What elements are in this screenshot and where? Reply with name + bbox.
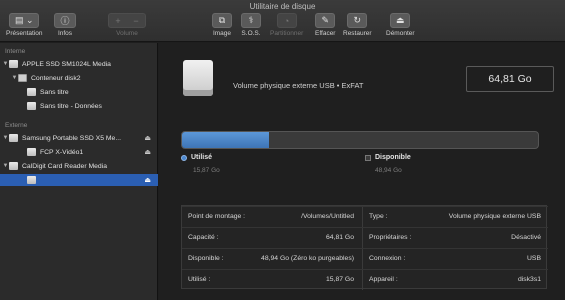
sidebar-item-label: FCP X-Vidéo1 [40, 148, 84, 156]
sidebar-item-apple-ssd[interactable]: ▼ APPLE SSD SM1024L Media [0, 58, 158, 70]
info-value: 15,87 Go [326, 276, 354, 283]
sidebar-item-samsung[interactable]: ▼ Samsung Portable SSD X5 Me... ⏏ [0, 132, 158, 144]
legend-used-value: 15,87 Go [193, 167, 220, 174]
disclosure-triangle-icon[interactable]: ▼ [2, 61, 9, 67]
volume-detail-panel: Volume physique externe USB • ExFAT 64,8… [159, 43, 565, 300]
info-value: disk3s1 [517, 276, 541, 283]
sidebar-item-caldigit[interactable]: ▼ CalDigit Card Reader Media [0, 160, 158, 172]
eject-icon[interactable]: ⏏ [144, 148, 151, 156]
unmount-button[interactable]: ⏏ Démonter [386, 13, 415, 37]
info-key: Disponible : [188, 255, 224, 262]
sidebar-item-fcp[interactable]: FCP X-Vidéo1 ⏏ [0, 146, 158, 158]
restore-icon: ↻ [347, 13, 368, 28]
info-value: 64,81 Go [326, 234, 354, 241]
info-icon: ⓘ [54, 13, 76, 28]
image-icon: ⧉ [212, 13, 232, 28]
info-key: Type : [369, 213, 388, 220]
eject-icon[interactable]: ⏏ [144, 176, 151, 184]
eject-icon[interactable]: ⏏ [144, 134, 151, 142]
info-key: Propriétaires : [369, 234, 412, 241]
volume-button[interactable]: + − Volume [108, 13, 146, 37]
add-remove-volume-icon: + − [108, 13, 146, 28]
info-key: Appareil : [369, 276, 398, 283]
usage-bar [181, 131, 539, 149]
erase-icon: ✎ [315, 13, 336, 28]
presentation-button[interactable]: ▤ ⌄ Présentation [6, 13, 43, 37]
legend-free-label: Disponible [375, 154, 411, 161]
partition-button[interactable]: ◔ Partitionner [270, 13, 303, 37]
info-button[interactable]: ⓘ Infos [54, 13, 76, 37]
legend-free: Disponible [365, 154, 411, 161]
free-square-icon [365, 154, 371, 161]
info-value: Volume physique externe USB [448, 213, 541, 220]
sidebar-item-label: Conteneur disk2 [31, 74, 81, 82]
section-internal: Interne [5, 48, 26, 55]
erase-label: Effacer [315, 30, 336, 37]
section-external: Externe [5, 122, 28, 129]
partition-icon: ◔ [276, 13, 297, 28]
add-icon: + [115, 15, 121, 26]
volume-icon [27, 102, 36, 110]
info-value: Désactivé [511, 234, 541, 241]
volume-icon [27, 88, 36, 96]
erase-button[interactable]: ✎ Effacer [315, 13, 335, 37]
sidebar-item-label: Sans titre - Données [40, 102, 102, 110]
restore-button[interactable]: ↻ Restaurer [343, 13, 372, 37]
info-table: Point de montage : /Volumes/Untitled Typ… [181, 205, 548, 290]
sidebar-toggle-icon: ▤ ⌄ [9, 13, 40, 28]
sidebar-item-label: CalDigit Card Reader Media [22, 162, 107, 170]
table-row: Capacité : 64,81 Go Propriétaires : Désa… [182, 227, 548, 248]
drive-icon [9, 162, 18, 170]
drive-icon [9, 60, 18, 68]
partition-label: Partitionner [270, 30, 304, 37]
info-key: Capacité : [188, 234, 219, 241]
sidebar-item-volume-donnees[interactable]: Sans titre - Données [0, 100, 158, 112]
info-key: Utilisé : [188, 276, 211, 283]
table-row: Utilisé : 15,87 Go Appareil : disk3s1 [182, 269, 548, 290]
external-disk-icon [183, 60, 213, 96]
info-value: /Volumes/Untitled [301, 213, 354, 220]
info-key: Point de montage : [188, 213, 246, 220]
table-row: Point de montage : /Volumes/Untitled Typ… [182, 206, 548, 227]
volume-icon [27, 148, 36, 156]
info-value: 48,94 Go (Zéro ko purgeables) [261, 255, 354, 262]
used-dot-icon [181, 154, 187, 161]
volume-label: Volume [116, 30, 138, 37]
info-label: Infos [57, 30, 73, 37]
disclosure-triangle-icon[interactable]: ▼ [2, 163, 9, 169]
image-button[interactable]: ⧉ Image [212, 13, 232, 37]
first-aid-button[interactable]: ⚕ S.O.S. [241, 13, 261, 37]
legend-used-label: Utilisé [191, 154, 213, 161]
volume-icon [27, 176, 36, 184]
sidebar-item-label: Sans titre [40, 88, 69, 96]
capacity-box: 64,81 Go [466, 66, 554, 92]
legend-used: Utilisé [181, 154, 212, 161]
eject-icon: ⏏ [390, 13, 411, 28]
disclosure-triangle-icon[interactable]: ▼ [11, 75, 18, 81]
first-aid-label: S.O.S. [241, 30, 261, 37]
disclosure-triangle-icon[interactable]: ▼ [2, 135, 9, 141]
remove-icon: − [133, 15, 139, 26]
usage-bar-used [182, 132, 270, 148]
stethoscope-icon: ⚕ [241, 13, 261, 28]
info-value: USB [527, 255, 541, 262]
sidebar-item-container[interactable]: ▼ Conteneur disk2 [0, 72, 158, 84]
window-title: Utilitaire de disque [249, 2, 316, 11]
sidebar: Interne ▼ APPLE SSD SM1024L Media ▼ Cont… [0, 43, 158, 300]
sidebar-item-label: APPLE SSD SM1024L Media [22, 60, 111, 68]
info-key: Connexion : [369, 255, 406, 262]
sidebar-item-volume-sans-titre[interactable]: Sans titre [0, 86, 158, 98]
presentation-label: Présentation [6, 30, 43, 37]
toolbar: Utilitaire de disque ▤ ⌄ Présentation ⓘ … [0, 0, 565, 42]
sidebar-item-selected-volume[interactable]: ⏏ [0, 174, 158, 186]
container-icon [18, 74, 27, 82]
volume-description: Volume physique externe USB • ExFAT [233, 81, 364, 90]
table-row: Disponible : 48,94 Go (Zéro ko purgeable… [182, 248, 548, 269]
legend-free-value: 48,94 Go [375, 167, 402, 174]
sidebar-item-label: Samsung Portable SSD X5 Me... [22, 134, 121, 142]
unmount-label: Démonter [386, 30, 415, 37]
image-label: Image [212, 30, 232, 37]
restore-label: Restaurer [343, 30, 372, 37]
drive-icon [9, 134, 18, 142]
